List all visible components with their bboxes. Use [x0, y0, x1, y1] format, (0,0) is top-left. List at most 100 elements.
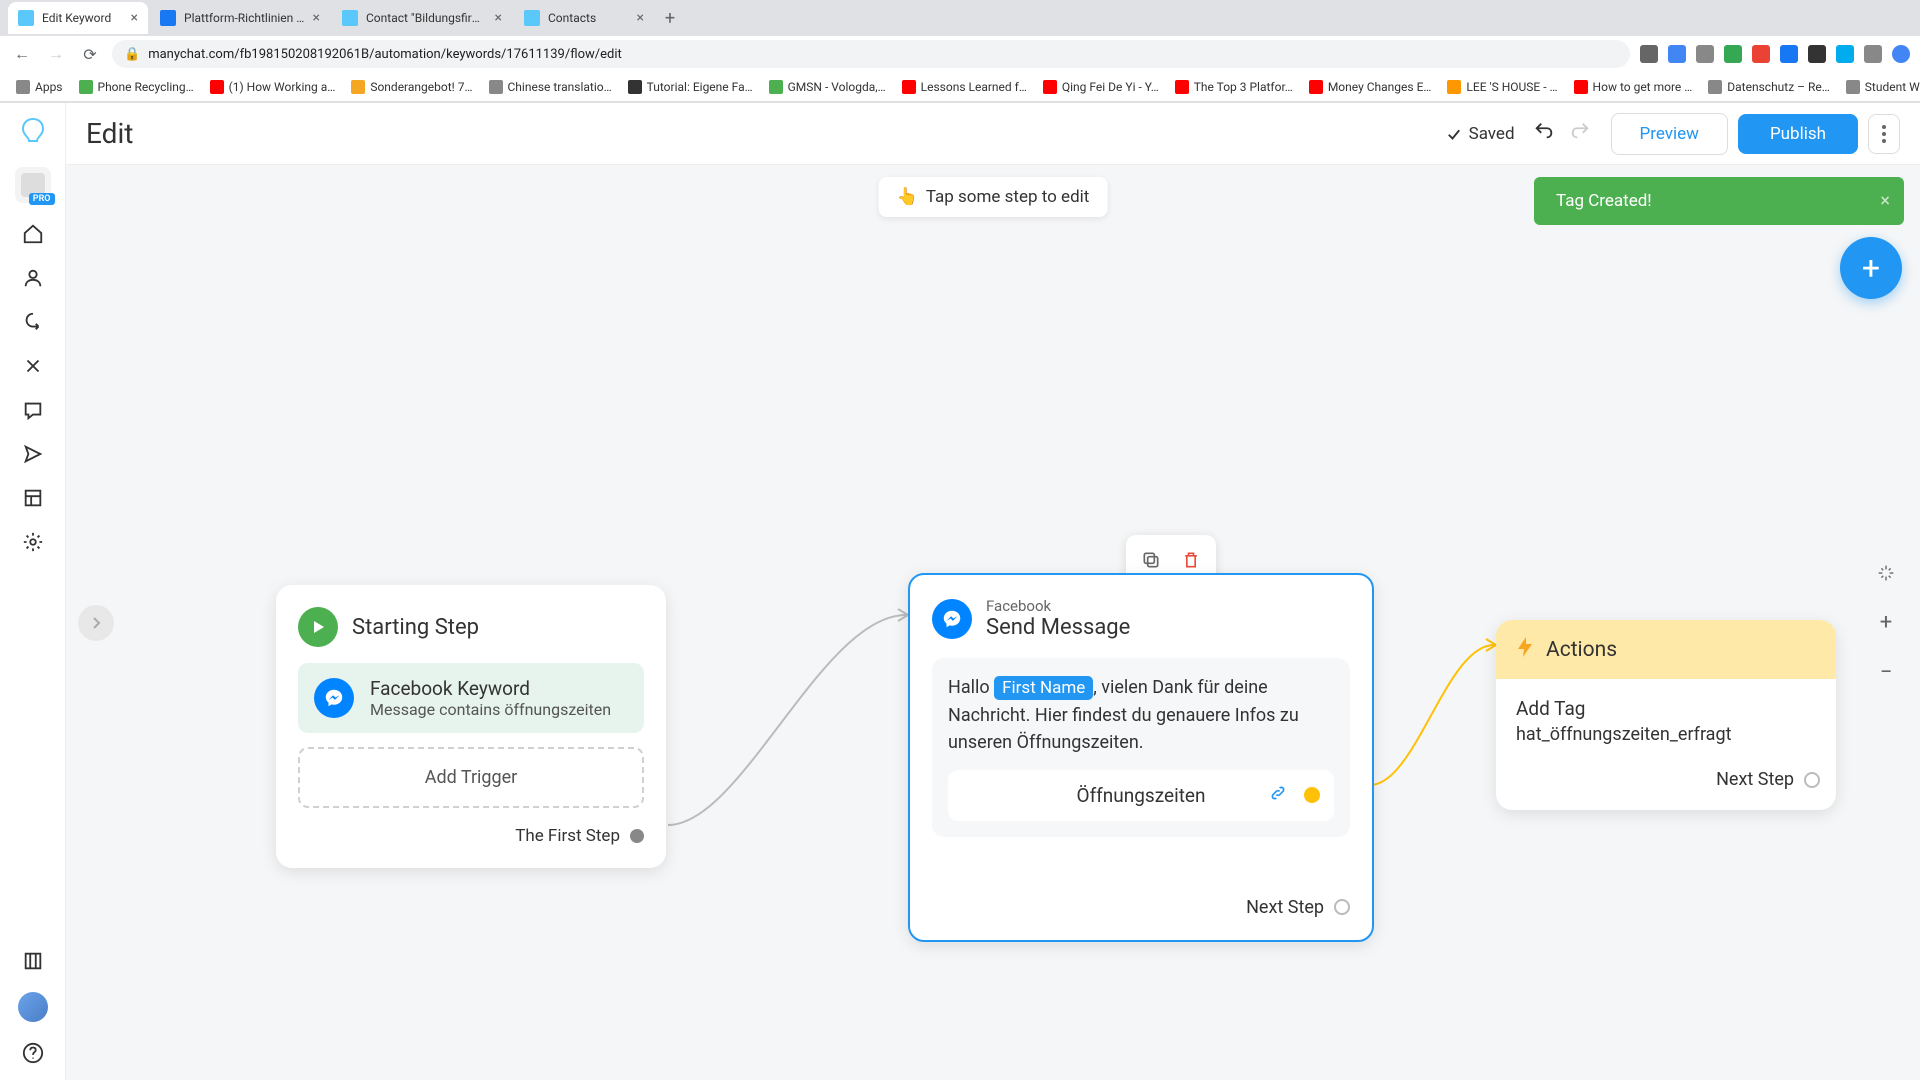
message-button[interactable]: Öffnungszeiten [948, 770, 1334, 821]
magic-wand-icon[interactable] [1870, 557, 1902, 589]
extension-icon[interactable] [1696, 45, 1714, 63]
more-menu-button[interactable] [1868, 114, 1900, 154]
close-icon[interactable]: × [637, 10, 644, 26]
flow-canvas[interactable]: 👆 Tap some step to edit Tag Created! × +… [66, 165, 1920, 1080]
tab-strip: Edit Keyword × Plattform-Richtlinien – Ü… [0, 0, 1920, 36]
templates-icon[interactable] [20, 485, 46, 511]
bookmark-item[interactable]: Student Wants an… [1840, 76, 1920, 98]
lock-icon: 🔒 [124, 47, 140, 62]
saved-status: Saved [1445, 124, 1515, 144]
tab-title: Plattform-Richtlinien – Übersi… [184, 11, 305, 25]
bookmark-item[interactable]: Chinese translatio… [483, 76, 618, 98]
toast-message: Tag Created! [1556, 191, 1652, 211]
lightning-icon [1516, 636, 1534, 663]
connection-dot[interactable] [630, 829, 644, 843]
publish-button[interactable]: Publish [1738, 114, 1858, 154]
browser-tab[interactable]: Edit Keyword × [8, 2, 148, 34]
bookmark-item[interactable]: How to get more … [1568, 76, 1699, 98]
growth-icon[interactable] [20, 309, 46, 335]
zoom-in-button[interactable]: + [1870, 607, 1902, 639]
bookmark-item[interactable]: LEE 'S HOUSE - … [1441, 76, 1563, 98]
messenger-icon [314, 678, 354, 718]
back-button[interactable]: ← [10, 42, 34, 66]
browser-tab[interactable]: Contacts × [514, 2, 654, 34]
extension-icon[interactable] [1668, 45, 1686, 63]
library-icon[interactable] [20, 948, 46, 974]
close-icon[interactable]: × [495, 10, 502, 26]
url-text: manychat.com/fb198150208192061B/automati… [148, 47, 622, 62]
bookmark-item[interactable]: Money Changes E… [1303, 76, 1438, 98]
bookmark-item[interactable]: Apps [10, 76, 69, 98]
chat-icon[interactable] [20, 397, 46, 423]
extension-icon[interactable] [1808, 45, 1826, 63]
next-step-label: Next Step [1716, 769, 1794, 790]
success-toast: Tag Created! × [1534, 177, 1904, 225]
address-bar[interactable]: 🔒 manychat.com/fb198150208192061B/automa… [112, 40, 1630, 68]
zoom-out-button[interactable]: − [1870, 657, 1902, 689]
contacts-icon[interactable] [20, 265, 46, 291]
expand-sidebar-button[interactable] [78, 605, 114, 641]
extension-icon[interactable] [1752, 45, 1770, 63]
browser-tab[interactable]: Plattform-Richtlinien – Übersi… × [150, 2, 330, 34]
add-step-fab[interactable]: + [1840, 237, 1902, 299]
left-nav-rail: PRO [0, 103, 66, 1080]
node-platform: Facebook [986, 597, 1130, 615]
undo-button[interactable] [1533, 120, 1555, 147]
close-icon[interactable]: × [313, 10, 320, 26]
message-content[interactable]: Hallo First Name, vielen Dank für deine … [932, 658, 1350, 837]
redo-button[interactable] [1569, 120, 1591, 147]
workspace-switcher[interactable]: PRO [15, 167, 51, 203]
automation-icon[interactable] [20, 353, 46, 379]
connection-ring[interactable] [1804, 772, 1820, 788]
bookmarks-bar: Apps Phone Recycling… (1) How Working a…… [0, 72, 1920, 102]
bookmark-item[interactable]: The Top 3 Platfor… [1169, 76, 1299, 98]
bookmark-item[interactable]: Phone Recycling… [73, 76, 200, 98]
close-icon[interactable]: × [131, 10, 138, 26]
connection-ring[interactable] [1334, 899, 1350, 915]
node-title: Send Message [986, 615, 1130, 640]
broadcast-icon[interactable] [20, 441, 46, 467]
bookmark-item[interactable]: Qing Fei De Yi - Y… [1037, 76, 1165, 98]
actions-node[interactable]: Actions Add Tag hat_öffnungszeiten_erfra… [1496, 620, 1836, 810]
extension-icon[interactable] [1780, 45, 1798, 63]
bookmark-item[interactable]: Sonderangebot! 7… [345, 76, 478, 98]
link-icon [1268, 783, 1288, 808]
bookmark-item[interactable]: Lessons Learned f… [896, 76, 1033, 98]
next-step-label: The First Step [515, 826, 620, 846]
browser-tab[interactable]: Contact "Bildungsfirma" throu… × [332, 2, 512, 34]
action-body[interactable]: Add Tag hat_öffnungszeiten_erfragt [1496, 679, 1836, 759]
bookmark-item[interactable]: Tutorial: Eigene Fa… [622, 76, 759, 98]
reload-button[interactable]: ⟳ [78, 42, 102, 66]
home-icon[interactable] [20, 221, 46, 247]
close-icon[interactable]: × [1880, 191, 1890, 212]
extension-icon[interactable] [1640, 45, 1658, 63]
trigger-title: Facebook Keyword [370, 677, 611, 700]
tab-title: Edit Keyword [42, 11, 123, 25]
messenger-icon [932, 599, 972, 639]
starting-step-node[interactable]: Starting Step Facebook Keyword Message c… [276, 585, 666, 868]
tab-title: Contacts [548, 11, 629, 25]
send-message-node[interactable]: Facebook Send Message Hallo First Name, … [908, 573, 1374, 942]
add-trigger-button[interactable]: Add Trigger [298, 747, 644, 808]
bookmark-item[interactable]: GMSN - Vologda,… [763, 76, 892, 98]
node-title: Actions [1546, 638, 1617, 662]
message-text: Hallo First Name, vielen Dank für deine … [948, 674, 1334, 756]
keyword-trigger-block[interactable]: Facebook Keyword Message contains öffnun… [298, 663, 644, 733]
page-title: Edit [86, 117, 133, 150]
bookmark-item[interactable]: Datenschutz – Re… [1702, 76, 1836, 98]
new-tab-button[interactable]: + [656, 4, 684, 32]
forward-button[interactable]: → [44, 42, 68, 66]
extension-icon[interactable] [1724, 45, 1742, 63]
settings-icon[interactable] [20, 529, 46, 555]
action-label: Add Tag [1516, 697, 1816, 720]
extension-icon[interactable] [1836, 45, 1854, 63]
tap-icon: 👆 [897, 187, 918, 207]
user-avatar[interactable] [18, 992, 48, 1022]
extension-icon[interactable] [1864, 45, 1882, 63]
preview-button[interactable]: Preview [1611, 113, 1728, 155]
bookmark-item[interactable]: (1) How Working a… [204, 76, 342, 98]
help-icon[interactable] [20, 1040, 46, 1066]
avatar-icon[interactable] [1892, 45, 1910, 63]
next-step-label: Next Step [1246, 897, 1324, 918]
app-logo[interactable] [15, 113, 51, 149]
